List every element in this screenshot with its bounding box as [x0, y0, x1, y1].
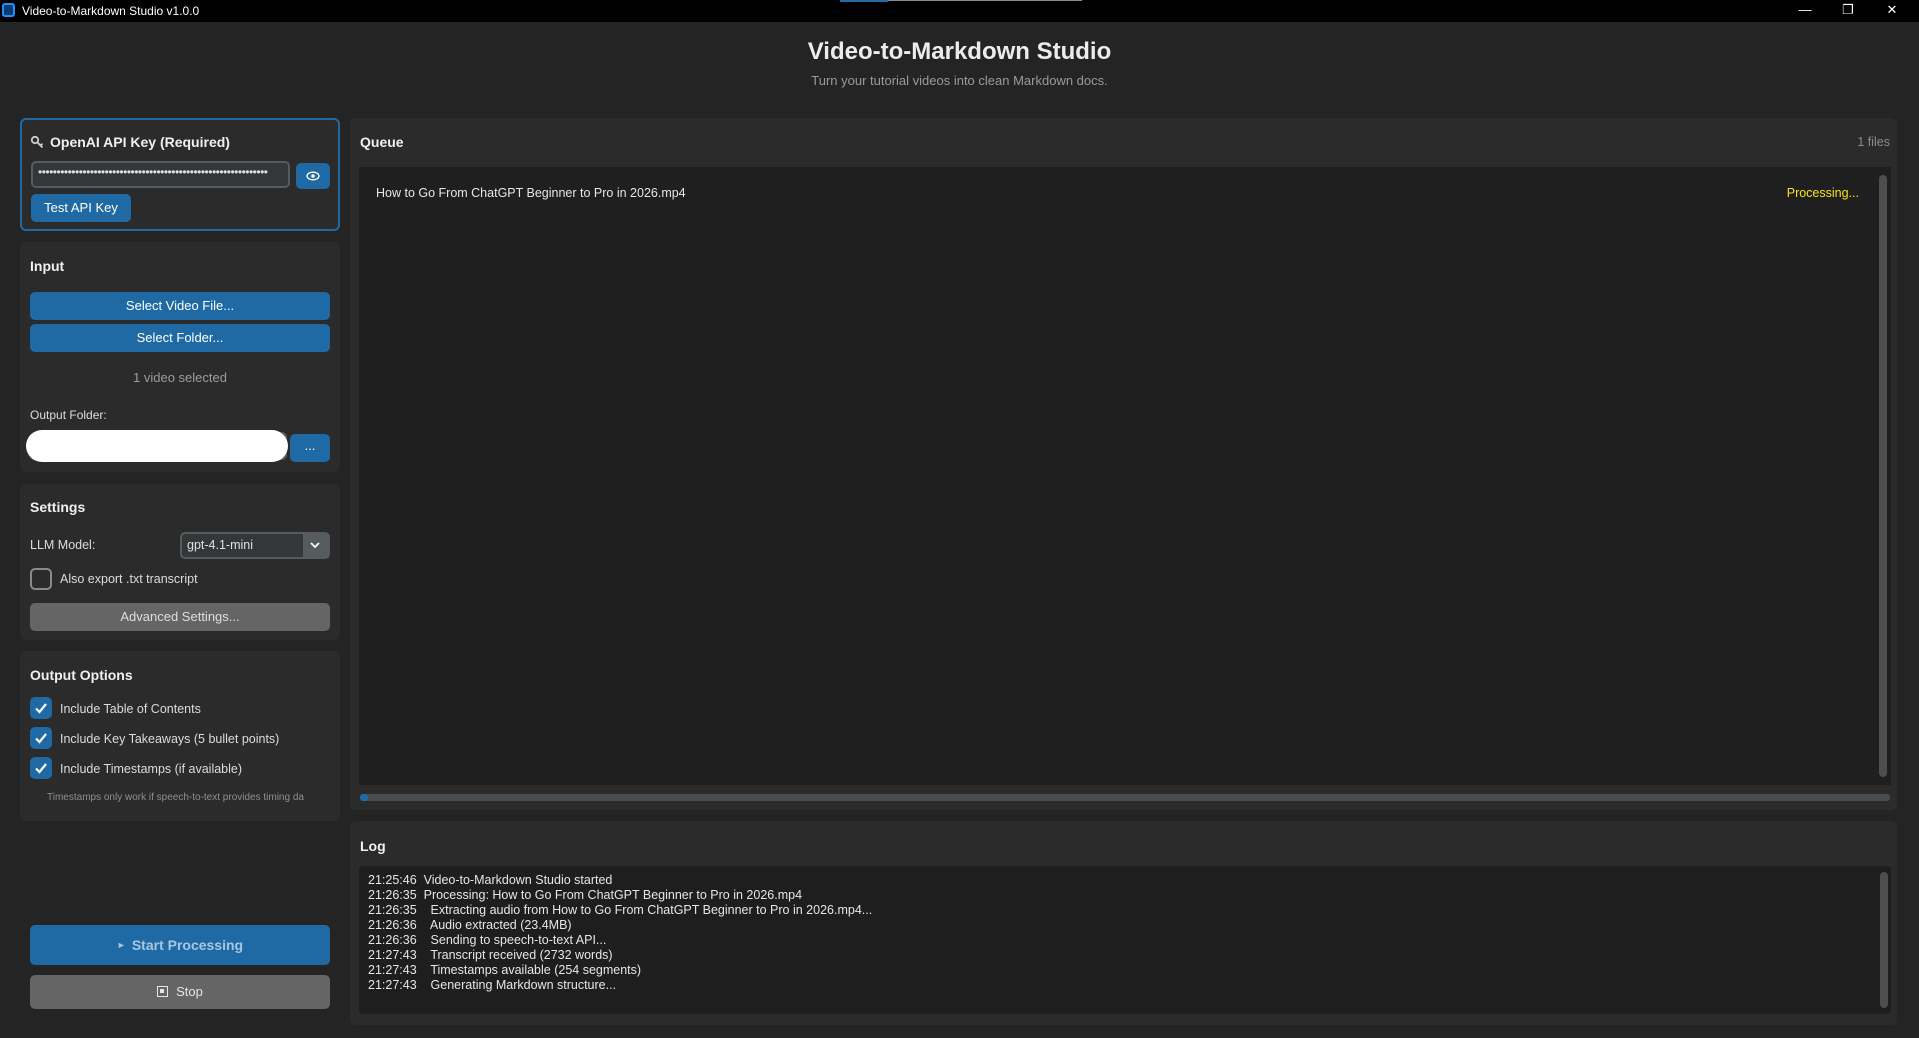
maximize-button[interactable]: ❐	[1825, 0, 1871, 22]
app-subtitle: Turn your tutorial videos into clean Mar…	[811, 73, 1108, 88]
timestamps-checkbox[interactable]	[30, 757, 52, 779]
api-key-input[interactable]: ••••••••••••••••••••••••••••••••••••••••…	[31, 161, 290, 188]
settings-title: Settings	[30, 499, 86, 515]
llm-model-select[interactable]: gpt-4.1-mini	[180, 532, 330, 559]
timestamps-note: Timestamps only work if speech-to-text p…	[47, 792, 304, 803]
log-line: 21:25:46 Video-to-Markdown Studio starte…	[368, 873, 613, 887]
stop-label: Stop	[176, 984, 203, 999]
queue-item-name: How to Go From ChatGPT Beginner to Pro i…	[376, 186, 686, 200]
log-line: 21:27:43 Transcript received (2732 words…	[368, 948, 613, 962]
export-txt-label: Also export .txt transcript	[60, 572, 198, 586]
titlebar-highlight	[840, 0, 888, 2]
settings-panel: Settings LLM Model: gpt-4.1-mini Also ex…	[20, 484, 340, 640]
queue-item[interactable]: How to Go From ChatGPT Beginner to Pro i…	[359, 167, 1859, 217]
queue-list[interactable]: How to Go From ChatGPT Beginner to Pro i…	[359, 167, 1891, 785]
queue-item-status: Processing...	[1786, 186, 1859, 200]
eye-icon	[306, 171, 320, 181]
log-line: 21:27:43 Generating Markdown structure..…	[368, 978, 617, 992]
log-title: Log	[360, 838, 386, 854]
checkmark-icon	[35, 703, 47, 714]
log-line: 21:26:35 Processing: How to Go From Chat…	[368, 888, 803, 902]
llm-model-value: gpt-4.1-mini	[187, 538, 253, 552]
stop-button[interactable]: Stop	[30, 975, 330, 1009]
output-folder-label: Output Folder:	[30, 408, 107, 422]
input-panel: Input Select Video File... Select Folder…	[20, 242, 340, 472]
api-key-panel: OpenAI API Key (Required) ••••••••••••••…	[20, 118, 340, 231]
redaction-mask	[26, 430, 288, 462]
log-line: 21:26:35 Extracting audio from How to Go…	[368, 903, 873, 917]
timestamps-label: Include Timestamps (if available)	[60, 762, 243, 776]
input-title: Input	[30, 258, 65, 274]
window-title: Video-to-Markdown Studio v1.0.0	[22, 4, 200, 18]
queue-title: Queue	[360, 134, 404, 150]
log-line: 21:27:43 Timestamps available (254 segme…	[368, 963, 642, 977]
play-icon: ►	[116, 940, 126, 950]
close-button[interactable]: ✕	[1869, 0, 1915, 22]
log-line: 21:26:36 Audio extracted (23.4MB)	[368, 918, 572, 932]
checkmark-icon	[35, 763, 47, 774]
select-video-file-button[interactable]: Select Video File...	[30, 292, 330, 320]
takeaways-checkbox[interactable]	[30, 727, 52, 749]
llm-model-label: LLM Model:	[30, 538, 96, 552]
browse-output-button[interactable]: ...	[290, 434, 330, 462]
window-titlebar: Video-to-Markdown Studio v1.0.0 — ❐ ✕	[0, 0, 1919, 22]
start-processing-label: Start Processing	[131, 937, 244, 953]
export-txt-checkbox[interactable]	[30, 568, 52, 590]
output-options-panel: Output Options Include Table of Contents…	[20, 651, 340, 821]
queue-count: 1 files	[1857, 135, 1890, 149]
start-processing-button[interactable]: ► Start Processing	[30, 925, 330, 965]
toc-label: Include Table of Contents	[60, 702, 201, 716]
app-icon	[2, 3, 15, 17]
api-key-value: ••••••••••••••••••••••••••••••••••••••••…	[38, 165, 268, 179]
log-box[interactable]: 21:25:46 Video-to-Markdown Studio starte…	[359, 866, 1891, 1014]
titlebar-line	[888, 0, 1082, 1]
log-lines: 21:25:46 Video-to-Markdown Studio starte…	[368, 873, 872, 993]
select-folder-button[interactable]: Select Folder...	[30, 324, 330, 352]
key-icon	[30, 135, 44, 154]
log-line: 21:26:36 Sending to speech-to-text API..…	[368, 933, 607, 947]
test-api-key-button[interactable]: Test API Key	[31, 194, 131, 222]
toc-checkbox[interactable]	[30, 697, 52, 719]
stop-icon	[157, 986, 169, 997]
log-scrollbar[interactable]	[1880, 872, 1888, 1008]
progress-bar	[360, 794, 1890, 801]
checkmark-icon	[35, 733, 47, 744]
api-key-title: OpenAI API Key (Required)	[50, 134, 230, 150]
progress-fill	[360, 794, 368, 801]
app-title: Video-to-Markdown Studio	[807, 38, 1112, 65]
advanced-settings-button[interactable]: Advanced Settings...	[30, 603, 330, 631]
show-key-button[interactable]	[296, 163, 330, 189]
queue-scrollbar[interactable]	[1879, 175, 1887, 777]
minimize-button[interactable]: —	[1782, 0, 1828, 22]
takeaways-label: Include Key Takeaways (5 bullet points)	[60, 732, 280, 746]
output-options-title: Output Options	[30, 667, 133, 683]
chevron-down-icon	[303, 534, 328, 557]
selected-count: 1 video selected	[133, 370, 227, 385]
